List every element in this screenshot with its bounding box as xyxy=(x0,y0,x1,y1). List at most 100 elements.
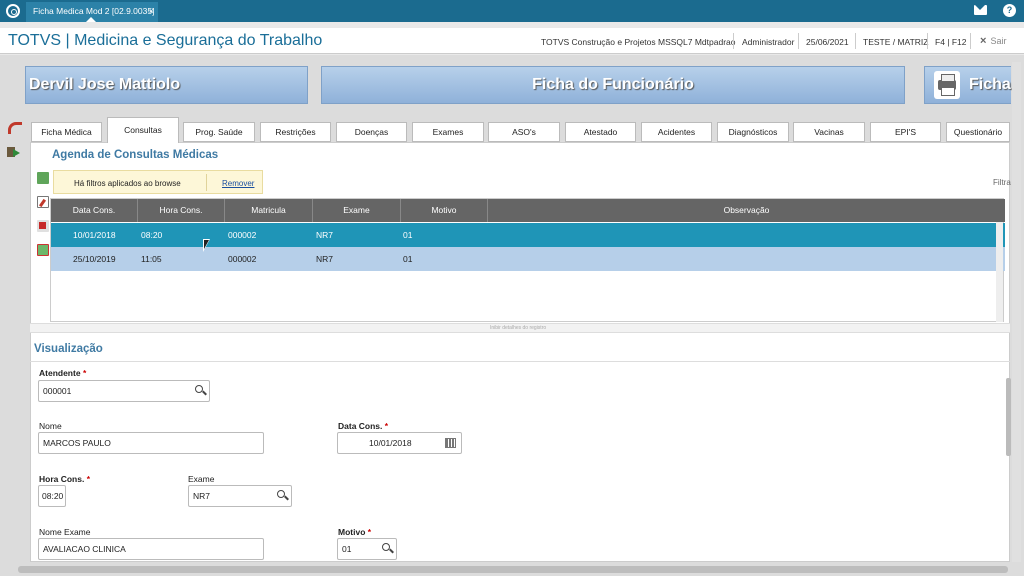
exit-icon[interactable] xyxy=(6,145,22,159)
consult-date-label: Data Cons. * xyxy=(338,421,389,431)
cell-time: 11:05 xyxy=(141,254,162,264)
employee-header: Dervil Jose Mattiolo xyxy=(25,66,308,104)
column-header-note[interactable]: Observação xyxy=(488,199,1005,222)
divider xyxy=(206,174,207,191)
consult-date-field[interactable]: 10/01/2018 xyxy=(337,432,462,454)
attendant-field[interactable]: 000001 xyxy=(38,380,210,402)
exam-value: NR7 xyxy=(193,491,211,501)
tab-doencas[interactable]: Doenças xyxy=(336,122,407,142)
tab-consultas[interactable]: Consultas xyxy=(107,117,179,143)
column-header-exam[interactable]: Exame xyxy=(313,199,401,222)
exit-label: Sair xyxy=(990,36,1007,46)
printer-icon[interactable] xyxy=(934,71,960,99)
divider xyxy=(798,33,799,49)
tab-prog-saude[interactable]: Prog. Saúde xyxy=(183,122,255,142)
exam-label: Exame xyxy=(188,474,215,484)
tab-atestado[interactable]: Atestado xyxy=(565,122,636,142)
exam-field[interactable]: NR7 xyxy=(188,485,292,507)
name-field[interactable]: MARCOS PAULO xyxy=(38,432,264,454)
name-value: MARCOS PAULO xyxy=(43,438,111,448)
search-icon[interactable] xyxy=(277,490,285,498)
add-record-icon[interactable] xyxy=(37,172,49,184)
close-icon: × xyxy=(980,35,987,47)
reason-field[interactable]: 01 xyxy=(337,538,397,560)
divider xyxy=(30,361,1010,362)
consult-time-label: Hora Cons. * xyxy=(39,474,91,484)
agenda-title: Agenda de Consultas Médicas xyxy=(52,149,219,161)
divider xyxy=(927,33,928,49)
calendar-icon[interactable] xyxy=(445,438,456,448)
exam-name-value: AVALIACAO CLINICA xyxy=(43,544,126,554)
window-tab-title: Ficha Medica Mod 2 [02.9.0035] xyxy=(33,6,155,16)
filter-text: Há filtros aplicados ao browse xyxy=(74,179,181,188)
help-icon[interactable]: ? xyxy=(1003,4,1016,17)
exam-name-label: Nome Exame xyxy=(39,527,91,537)
exit-button[interactable]: × Sair xyxy=(980,35,1006,47)
form-title-header: Ficha do Funcionário xyxy=(321,66,905,104)
mouse-cursor-icon xyxy=(203,239,210,252)
consultations-grid[interactable]: Data Cons. Hora Cons. Matricula Exame Mo… xyxy=(50,198,1005,322)
column-header-date[interactable]: Data Cons. xyxy=(51,199,138,222)
horizontal-scrollbar-thumb[interactable] xyxy=(18,566,1008,573)
column-header-reason[interactable]: Motivo xyxy=(401,199,488,222)
cell-date: 10/01/2018 xyxy=(73,230,116,240)
title-bar: Ficha Medica Mod 2 [02.9.0035] × ? xyxy=(0,0,1024,22)
cell-exam: NR7 xyxy=(316,230,334,240)
edit-record-icon[interactable] xyxy=(37,196,49,208)
vertical-scrollbar-thumb[interactable] xyxy=(1006,378,1011,456)
column-header-registration[interactable]: Matricula xyxy=(225,199,313,222)
user-info: Administrador xyxy=(742,37,795,47)
exam-name-field[interactable]: AVALIACAO CLINICA xyxy=(38,538,264,560)
window-tab[interactable]: Ficha Medica Mod 2 [02.9.0035] × xyxy=(26,2,158,22)
search-icon[interactable] xyxy=(195,385,203,393)
remove-filter-link[interactable]: Remover xyxy=(222,179,254,188)
tab-exames[interactable]: Exames xyxy=(412,122,484,142)
tab-acidentes[interactable]: Acidentes xyxy=(641,122,712,142)
divider xyxy=(855,33,856,49)
reason-value: 01 xyxy=(342,544,352,554)
attendant-label: Atendente * xyxy=(39,368,87,378)
undo-icon[interactable] xyxy=(6,120,22,134)
consult-time-field[interactable]: 08:20 xyxy=(38,485,66,507)
close-icon[interactable]: × xyxy=(149,2,154,20)
search-icon[interactable] xyxy=(382,543,390,551)
cell-registration: 000002 xyxy=(228,254,257,264)
cell-reason: 01 xyxy=(403,254,413,264)
splitter-hint: Inibir detalhes do registro xyxy=(490,325,547,331)
branch-info: TESTE / MATRIZ xyxy=(863,37,929,47)
form-title: Ficha do Funcionário xyxy=(532,76,694,93)
tab-restricoes[interactable]: Restrições xyxy=(260,122,331,142)
tab-ficha-medica[interactable]: Ficha Médica xyxy=(31,122,102,142)
tab-asos[interactable]: ASO's xyxy=(488,122,560,142)
tab-diagnosticos[interactable]: Diagnósticos xyxy=(717,122,789,142)
refresh-record-icon[interactable] xyxy=(37,244,49,256)
reason-label: Motivo * xyxy=(338,527,372,537)
divider xyxy=(733,33,734,49)
tab-vacinas[interactable]: Vacinas xyxy=(793,122,865,142)
mail-icon[interactable] xyxy=(974,5,987,15)
filter-notice: Há filtros aplicados ao browse Remover xyxy=(53,170,263,194)
table-row[interactable]: 25/10/2019 11:05 000002 NR7 01 xyxy=(51,247,1005,271)
filter-button[interactable]: Filtra xyxy=(993,178,1011,187)
column-header-time[interactable]: Hora Cons. xyxy=(138,199,225,222)
cell-exam: NR7 xyxy=(316,254,334,264)
grid-scrollbar[interactable] xyxy=(996,222,1003,322)
divider xyxy=(970,33,971,49)
cell-time: 08:20 xyxy=(141,230,163,240)
delete-record-icon[interactable] xyxy=(37,220,49,232)
app-title: TOTVS | Medicina e Segurança do Trabalho xyxy=(8,32,323,49)
name-label: Nome xyxy=(39,421,62,431)
employee-name: Dervil Jose Mattiolo xyxy=(29,76,181,93)
tab-epis[interactable]: EPI'S xyxy=(870,122,941,142)
details-splitter[interactable]: Inibir detalhes do registro xyxy=(30,323,1010,333)
vertical-scrollbar[interactable] xyxy=(1012,62,1021,562)
tab-questionario[interactable]: Questionário xyxy=(946,122,1010,142)
cell-date: 25/10/2019 xyxy=(73,254,116,264)
company-info: TOTVS Construção e Projetos MSSQL7 Mdtpa… xyxy=(541,37,736,47)
table-row[interactable]: 10/01/2018 08:20 000002 NR7 01 xyxy=(51,223,1005,247)
grid-header: Data Cons. Hora Cons. Matricula Exame Mo… xyxy=(51,199,1005,222)
app-bar: TOTVS | Medicina e Segurança do Trabalho… xyxy=(0,28,1024,54)
date-info: 25/06/2021 xyxy=(806,37,849,47)
attendant-value: 000001 xyxy=(43,386,72,396)
cell-registration: 000002 xyxy=(228,230,257,240)
